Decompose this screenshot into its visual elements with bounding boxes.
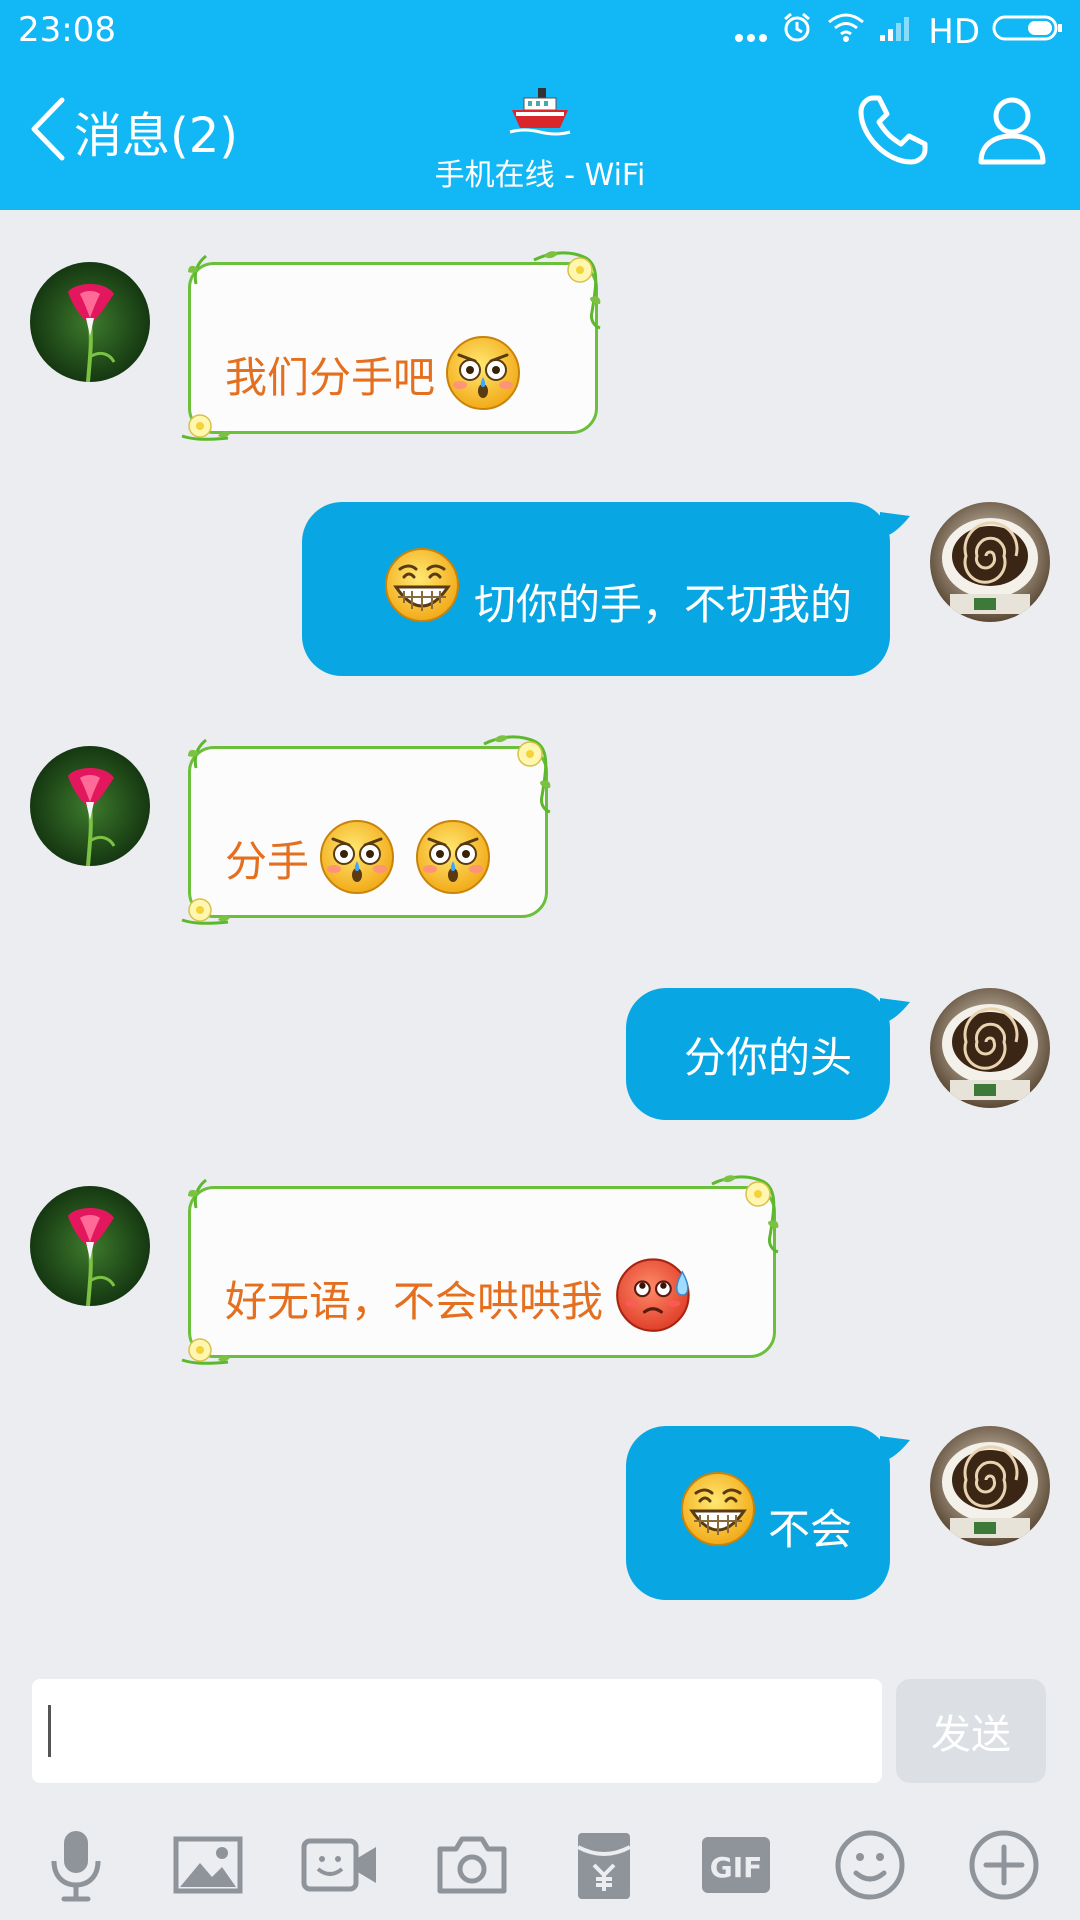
chat-header: 消息(2) 手机在线 - WiFi [0, 62, 1080, 210]
status-bar: 23:08 HD [0, 0, 1080, 62]
message-text: 好无语，不会哄哄我 [225, 1277, 604, 1326]
message-text: 分手 [225, 837, 310, 886]
grin-emoji-icon [678, 1469, 758, 1549]
gif-icon[interactable]: GIF [696, 1825, 776, 1905]
svg-text:GIF: GIF [710, 1851, 763, 1884]
chat-list[interactable]: 我们分手吧 切你的手，不切我的 分手 分你的头 好无语，不会哄哄我 不会 [0, 210, 1080, 1655]
shocked-emoji-icon [443, 333, 523, 413]
microphone-icon[interactable] [36, 1825, 116, 1905]
leaf-decoration-icon [176, 732, 216, 772]
bubble-tail [880, 1436, 910, 1462]
my-avatar[interactable] [930, 502, 1050, 622]
text-caret [48, 1705, 51, 1757]
bubble-tail [880, 998, 910, 1024]
bubble-tail [880, 512, 910, 538]
phone-icon [855, 95, 931, 172]
plus-icon[interactable] [964, 1825, 1044, 1905]
my-avatar[interactable] [930, 1426, 1050, 1546]
signal-icon [878, 12, 916, 52]
message-text: 我们分手吧 [225, 353, 436, 402]
shocked-emoji-icon [413, 817, 493, 897]
flower-decoration-icon [178, 1330, 238, 1370]
vine-decoration-icon [530, 242, 610, 332]
flower-decoration-icon [178, 890, 238, 930]
alarm-icon [780, 10, 814, 53]
message-text: 不会 [767, 1504, 852, 1554]
network-label: HD [928, 11, 980, 52]
message-text: 分你的头 [683, 1032, 852, 1082]
battery-icon [992, 12, 1064, 52]
leaf-decoration-icon [176, 248, 216, 288]
contact-avatar[interactable] [30, 746, 150, 866]
profile-button[interactable] [975, 92, 1049, 170]
status-time: 23:08 [18, 10, 116, 50]
my-avatar[interactable] [930, 988, 1050, 1108]
flower-decoration-icon [178, 406, 238, 446]
message-text: 切你的手，不切我的 [473, 579, 852, 629]
chat-toolbar: GIF [0, 1825, 1080, 1915]
camera-icon[interactable] [432, 1825, 512, 1905]
shocked-emoji-icon [317, 817, 397, 897]
vine-decoration-icon [530, 1646, 610, 1655]
wifi-icon [826, 11, 866, 52]
contact-avatar[interactable] [30, 262, 150, 382]
user-icon [975, 97, 1049, 170]
message-bubble-outgoing[interactable]: 不会 [626, 1426, 890, 1600]
more-dots-icon [734, 12, 768, 52]
grin-emoji-icon [382, 545, 462, 625]
video-call-icon[interactable] [300, 1825, 380, 1905]
message-bubble-incoming[interactable]: 好无语，不会哄哄我 [188, 1186, 776, 1358]
message-bubble-outgoing[interactable]: 切你的手，不切我的 [302, 502, 890, 676]
vine-decoration-icon [708, 1166, 788, 1256]
leaf-decoration-icon [176, 1172, 216, 1212]
message-bubble-outgoing[interactable]: 分你的头 [626, 988, 890, 1120]
status-icons: HD [734, 10, 1064, 53]
message-input[interactable] [32, 1679, 882, 1783]
vine-decoration-icon [480, 726, 560, 816]
red-packet-icon[interactable] [564, 1825, 644, 1905]
input-bar: 发送 GIF [0, 1655, 1080, 1920]
contact-avatar[interactable] [30, 1186, 150, 1306]
send-button[interactable]: 发送 [896, 1679, 1046, 1783]
call-button[interactable] [855, 92, 931, 172]
image-icon[interactable] [168, 1825, 248, 1905]
awkward-sweat-emoji-icon [613, 1251, 697, 1335]
emoji-icon[interactable] [830, 1825, 910, 1905]
